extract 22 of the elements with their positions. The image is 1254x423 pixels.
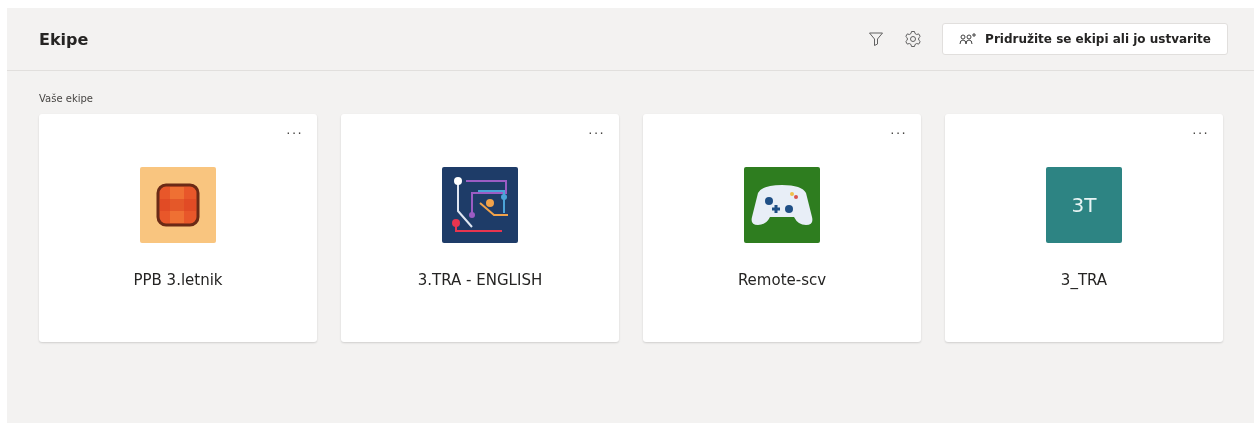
rounded-square-icon	[140, 167, 216, 243]
team-card[interactable]: ··· 3T 3_TRA	[945, 114, 1223, 342]
more-options-button[interactable]: ···	[890, 124, 907, 140]
circuit-icon	[442, 167, 518, 243]
section-label: Vaše ekipe	[39, 93, 94, 104]
team-avatar: 3T	[1046, 167, 1122, 243]
team-card[interactable]: ··· PPB 3.letnik	[39, 114, 317, 342]
team-card[interactable]: ··· Remote-scv	[643, 114, 921, 342]
filter-icon[interactable]	[868, 31, 885, 47]
more-options-button[interactable]: ···	[588, 124, 605, 140]
join-or-create-team-button[interactable]: Pridružite se ekipi ali jo ustvarite	[942, 23, 1228, 55]
team-card[interactable]: ··· 3.TRA - ENGLISH	[341, 114, 619, 342]
gamepad-icon	[744, 167, 820, 243]
team-name: 3.TRA - ENGLISH	[417, 271, 543, 289]
settings-icon[interactable]	[904, 30, 923, 48]
more-options-button[interactable]: ···	[1192, 124, 1209, 140]
team-name: PPB 3.letnik	[133, 271, 223, 289]
page-title: Ekipe	[39, 29, 89, 49]
team-name: Remote-scv	[737, 271, 827, 289]
people-add-icon	[959, 32, 978, 46]
team-name: 3_TRA	[1060, 271, 1108, 289]
more-options-button[interactable]: ···	[286, 124, 303, 140]
